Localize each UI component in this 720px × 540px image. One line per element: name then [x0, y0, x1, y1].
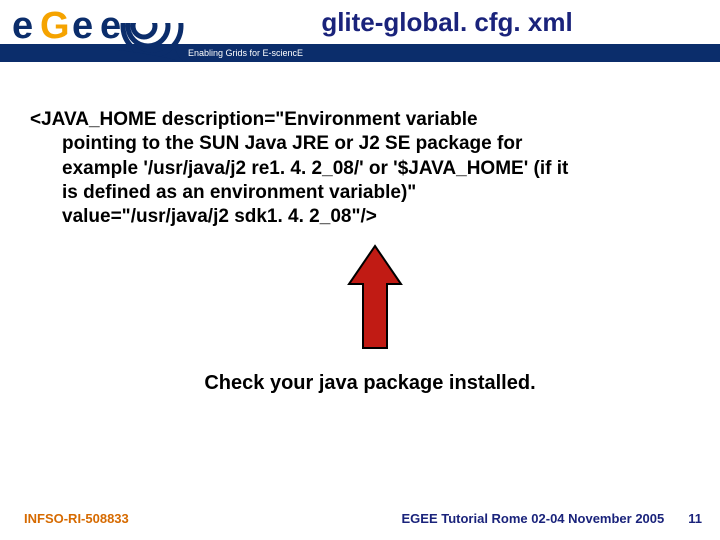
- svg-text:e: e: [72, 5, 93, 47]
- arrow-up-icon: [60, 244, 690, 354]
- svg-text:e: e: [12, 5, 33, 47]
- page-number: 11: [688, 511, 702, 526]
- xml-snippet: <JAVA_HOME description="Environment vari…: [30, 108, 690, 230]
- header: glite-global. cfg. xml Enabling Grids fo…: [0, 0, 720, 62]
- xml-line: is defined as an environment variable)": [30, 181, 690, 205]
- xml-line: value="/usr/java/j2 sdk1. 4. 2_08"/>: [30, 205, 690, 229]
- title-bar: glite-global. cfg. xml: [174, 0, 720, 44]
- footer-mid: EGEE Tutorial Rome 02-04 November 2005: [129, 511, 688, 526]
- xml-line: example '/usr/java/j2 re1. 4. 2_08/' or …: [30, 157, 690, 181]
- xml-line: <JAVA_HOME description="Environment vari…: [30, 108, 690, 132]
- tagline-bar: Enabling Grids for E-sciencE: [174, 44, 720, 62]
- check-instruction: Check your java package installed.: [50, 372, 690, 395]
- footer: INFSO-RI-508833 EGEE Tutorial Rome 02-04…: [0, 511, 720, 526]
- egee-logo: e G e e: [0, 0, 190, 62]
- footer-left: INFSO-RI-508833: [24, 511, 129, 526]
- xml-line: pointing to the SUN Java JRE or J2 SE pa…: [30, 132, 690, 156]
- tagline-text: Enabling Grids for E-sciencE: [188, 48, 303, 58]
- svg-text:e: e: [100, 5, 121, 47]
- content: <JAVA_HOME description="Environment vari…: [0, 62, 720, 395]
- svg-text:G: G: [40, 5, 70, 47]
- slide-title: glite-global. cfg. xml: [321, 7, 572, 38]
